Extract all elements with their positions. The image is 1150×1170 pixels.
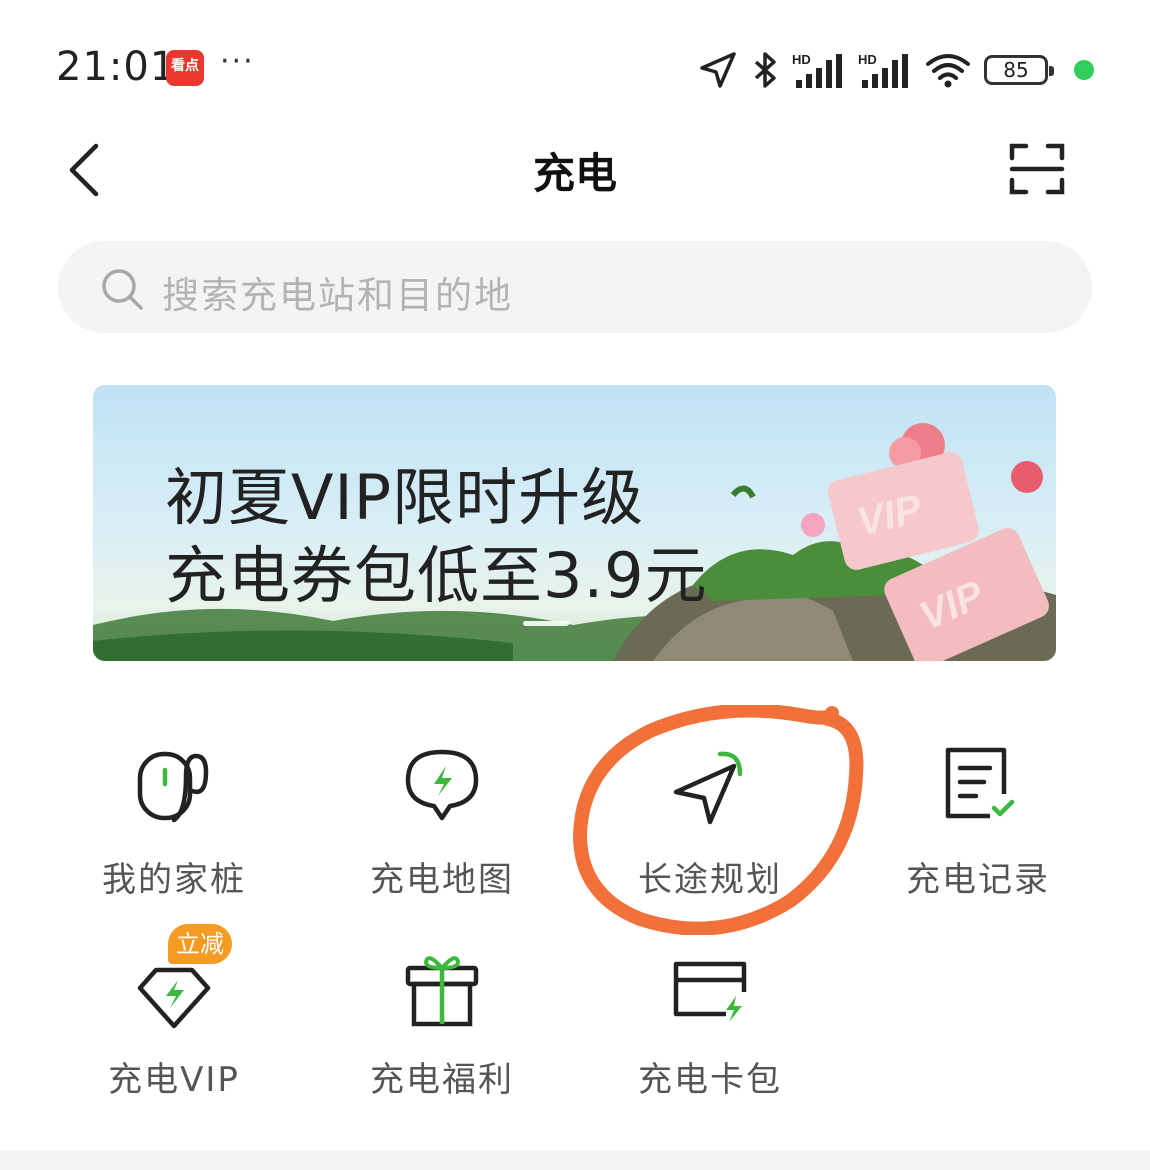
battery-indicator: 85 xyxy=(984,55,1054,85)
gift-icon xyxy=(405,956,479,1027)
signal-hd-icon: HD xyxy=(858,52,908,88)
status-time: 21:01 xyxy=(56,44,177,90)
search-placeholder: 搜索充电站和目的地 xyxy=(162,274,513,317)
menu-label: 长途规划 xyxy=(638,860,782,900)
menu-label: 充电记录 xyxy=(906,860,1050,900)
promo-banner[interactable]: VIP VIP 初夏VIP限时升级 充电券包低至3.9元 xyxy=(93,385,1056,661)
menu-label: 充电福利 xyxy=(370,1060,514,1100)
menu-label: 充电地图 xyxy=(370,860,514,900)
menu-item-charging-map[interactable]: 充电地图 xyxy=(308,720,576,910)
home-charger-icon xyxy=(137,751,209,823)
banner-subline: 充电券包低至3.9元 xyxy=(165,539,708,612)
svg-text:HD: HD xyxy=(858,52,877,67)
status-icons: HD HD 85 xyxy=(698,48,1094,92)
menu-item-home-charger[interactable]: 我的家桩 xyxy=(40,720,308,910)
menu-item-charging-record[interactable]: 充电记录 xyxy=(844,720,1112,910)
menu-label: 充电卡包 xyxy=(638,1060,782,1100)
app-notification-badge: 看点 xyxy=(166,50,204,86)
privacy-indicator-dot xyxy=(1074,60,1094,80)
status-bar: 21:01 看点 ··· HD HD 85 xyxy=(0,0,1150,120)
nav-bar: 充电 xyxy=(0,120,1150,220)
more-notifications-icon: ··· xyxy=(220,44,255,79)
scan-icon[interactable] xyxy=(1008,140,1066,198)
menu-item-long-trip[interactable]: 长途规划 xyxy=(576,720,844,910)
bottom-divider xyxy=(0,1150,1150,1170)
menu-item-card-wallet[interactable]: 充电卡包 xyxy=(576,920,844,1110)
menu-item-charging-vip[interactable]: 立减 充电VIP xyxy=(40,920,308,1110)
card-wallet-icon xyxy=(673,961,747,1022)
map-pin-bolt-icon xyxy=(405,749,479,821)
page-title: 充电 xyxy=(532,149,617,198)
record-list-icon xyxy=(945,747,1015,819)
menu-label: 充电VIP xyxy=(108,1060,240,1100)
location-icon xyxy=(700,52,736,88)
navigation-arrow-icon xyxy=(673,751,743,825)
bluetooth-icon xyxy=(754,52,776,88)
banner-page-indicator xyxy=(523,621,569,626)
search-input[interactable]: 搜索充电站和目的地 xyxy=(58,241,1092,333)
banner-headline: 初夏VIP限时升级 xyxy=(165,461,645,534)
menu-label: 我的家桩 xyxy=(102,860,246,900)
svg-text:HD: HD xyxy=(792,52,811,67)
search-icon xyxy=(102,269,143,310)
menu-item-charging-welfare[interactable]: 充电福利 xyxy=(308,920,576,1110)
wifi-icon xyxy=(926,54,970,88)
signal-hd-icon: HD xyxy=(792,52,842,88)
discount-badge: 立减 xyxy=(168,924,232,964)
